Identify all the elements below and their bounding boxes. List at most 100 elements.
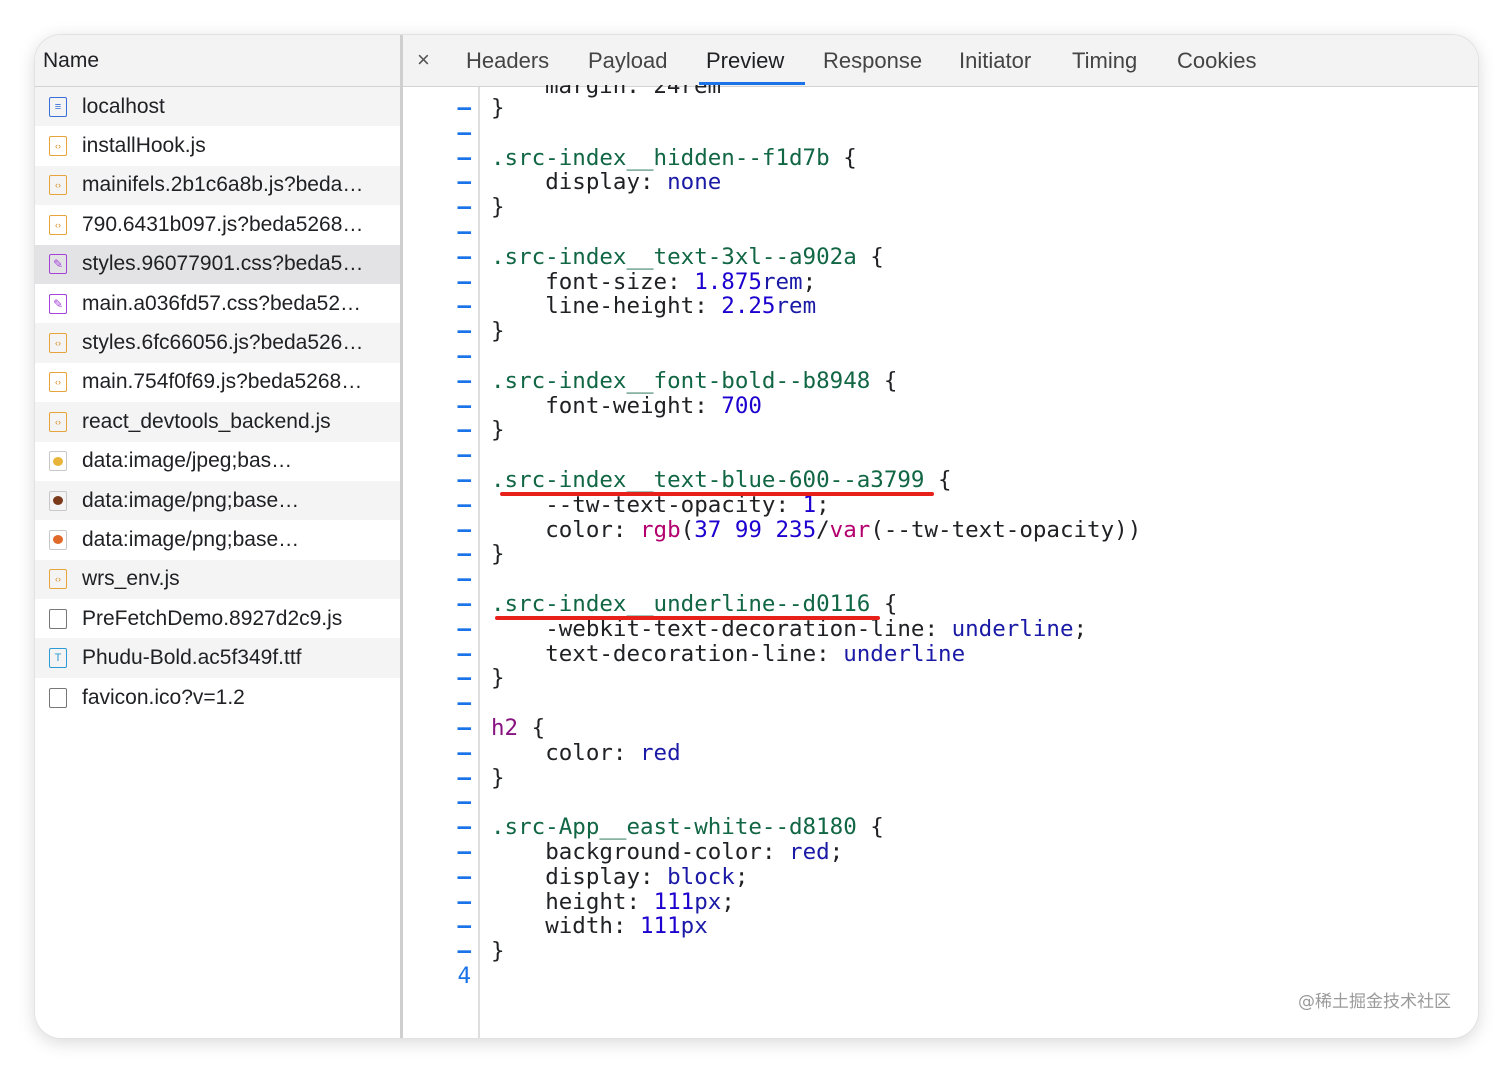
code-text: } [491,541,505,568]
diff-marker: – [457,392,471,419]
code-line: –} [403,319,1403,344]
css-icon: ✎ [49,254,67,275]
code-line: – [403,220,1403,245]
code-line: – text-decoration-line: underline [403,640,1403,667]
request-name: styles.6fc66056.js?beda526… [82,331,364,355]
diff-marker: – [457,541,471,568]
code-line: – [403,443,1403,468]
request-row[interactable]: data:image/png;base… [35,520,400,559]
red-annotation-underline [500,491,934,496]
code-line: – .src-App__east-white--d8180 { [403,815,1403,840]
tab-headers[interactable]: Headers [466,48,549,74]
request-row[interactable]: T Phudu-Bold.ac5f349f.ttf [35,638,400,678]
code-line: – background-color: red; [403,840,1403,865]
code-line: – font-size: 1.875rem; [403,268,1403,295]
code-line: – color: rgb(37 99 235/var(--tw-text-opa… [403,516,1403,543]
diff-marker: – [457,194,471,221]
code-text: text-decoration-line: underline [545,640,966,667]
font-icon: T [49,648,67,669]
code-text: line-height: 2.25rem [545,293,817,320]
code-text: } [491,95,505,121]
tab-cookies[interactable]: Cookies [1177,48,1256,74]
code-text: h2 { [491,715,546,741]
image-icon [49,529,67,550]
request-name: data:image/png;base… [82,488,300,512]
request-row[interactable]: favicon.ico?v=1.2 [35,678,400,717]
code-line: –} [403,939,1403,964]
request-name: data:image/png;base… [82,527,300,551]
code-line: – width: 111px [403,914,1403,939]
tab-payload[interactable]: Payload [588,48,668,74]
diff-marker: – [457,789,471,816]
request-row[interactable]: ‹› mainifels.2b1c6a8b.js?beda… [35,165,400,206]
request-row[interactable]: PreFetchDemo.8927d2c9.js [35,599,400,638]
request-row[interactable]: ≡ localhost [35,87,400,127]
code-text: background-color: red; [545,839,844,865]
request-row[interactable]: ✎ main.a036fd57.css?beda52… [35,284,400,323]
code-text: .src-index__font-bold--b8948 { [491,367,898,394]
tab-preview[interactable]: Preview [706,48,784,74]
code-text: .src-App__east-white--d8180 { [491,814,884,841]
code-text: .src-index__text-blue-600--a3799 { [491,467,952,493]
document-icon: ≡ [49,96,67,117]
code-line: – line-height: 2.25rem [403,294,1403,319]
code-line: – --tw-text-opacity: 1; [403,492,1403,518]
diff-marker: – [457,268,471,295]
code-text: .src-index__underline--d0116 { [491,591,898,617]
js-icon: ‹› [49,333,67,354]
diff-marker: – [457,318,471,345]
code-line: – .src-index__text-blue-600--a3799 { [403,468,1403,493]
request-name: wrs_env.js [82,567,180,591]
tab-initiator[interactable]: Initiator [959,48,1031,74]
image-icon [49,451,67,472]
code-text: height: 111px; [545,888,735,915]
request-row[interactable]: ‹› styles.6fc66056.js?beda526… [35,323,400,363]
code-preview[interactable]: margin: 24rem –} – – .src-index__hidden--f1… [403,85,1478,1038]
request-row[interactable]: ‹› react_devtools_backend.js [35,402,400,442]
image-icon [49,490,67,511]
code-text: .src-index__text-3xl--a902a { [491,243,884,270]
tab-timing[interactable]: Timing [1072,48,1137,74]
diff-marker: – [457,938,471,965]
request-name: styles.96077901.css?beda5… [82,252,364,276]
file-icon [49,608,67,629]
request-row[interactable]: ‹› 790.6431b097.js?beda5268… [35,205,400,244]
diff-marker: – [457,690,471,717]
code-line: – display: block; [403,864,1403,890]
code-text: } [491,665,505,692]
request-row[interactable]: ‹› wrs_env.js [35,559,400,600]
tab-response[interactable]: Response [823,48,922,74]
code-line: – .src-index__font-bold--b8948 { [403,367,1403,394]
request-row[interactable]: ‹› main.754f0f69.js?beda5268… [35,363,400,402]
request-row[interactable]: data:image/jpeg;bas… [35,442,400,481]
request-list-panel: Name ≡ localhost ‹› installHook.js ‹› mainife… [35,35,403,1038]
request-row[interactable]: data:image/png;base… [35,480,400,521]
request-row[interactable]: ‹› installHook.js [35,126,400,165]
request-name: installHook.js [82,134,206,158]
code-line: – [403,691,1403,716]
request-row[interactable]: ✎ styles.96077901.css?beda5… [35,244,400,284]
close-icon[interactable]: × [417,47,430,73]
diff-marker: – [457,615,471,642]
diff-marker: – [457,144,471,171]
code-text: .src-index__hidden--f1d7b { [491,144,857,171]
file-icon [49,687,67,708]
request-name: main.a036fd57.css?beda52… [82,291,362,315]
code-text: color: red [545,739,681,766]
diff-marker: – [457,888,471,915]
js-icon: ‹› [49,372,67,393]
code-line: – [403,567,1403,592]
diff-marker: – [457,591,471,617]
diff-marker: – [457,516,471,543]
diff-marker: – [457,640,471,667]
code-line: –} [403,542,1403,567]
request-name: main.754f0f69.js?beda5268… [82,370,363,394]
code-line: –} [403,96,1403,121]
code-line: – h2 { [403,716,1403,741]
code-line: –} [403,666,1403,691]
devtools-window: Name ≡ localhost ‹› installHook.js ‹› mainife… [35,35,1478,1038]
preview-panel: × Headers Payload Preview Response Initi… [403,35,1478,1038]
name-column-header[interactable]: Name [35,35,400,87]
diff-marker: – [457,715,471,741]
diff-marker: – [457,665,471,692]
